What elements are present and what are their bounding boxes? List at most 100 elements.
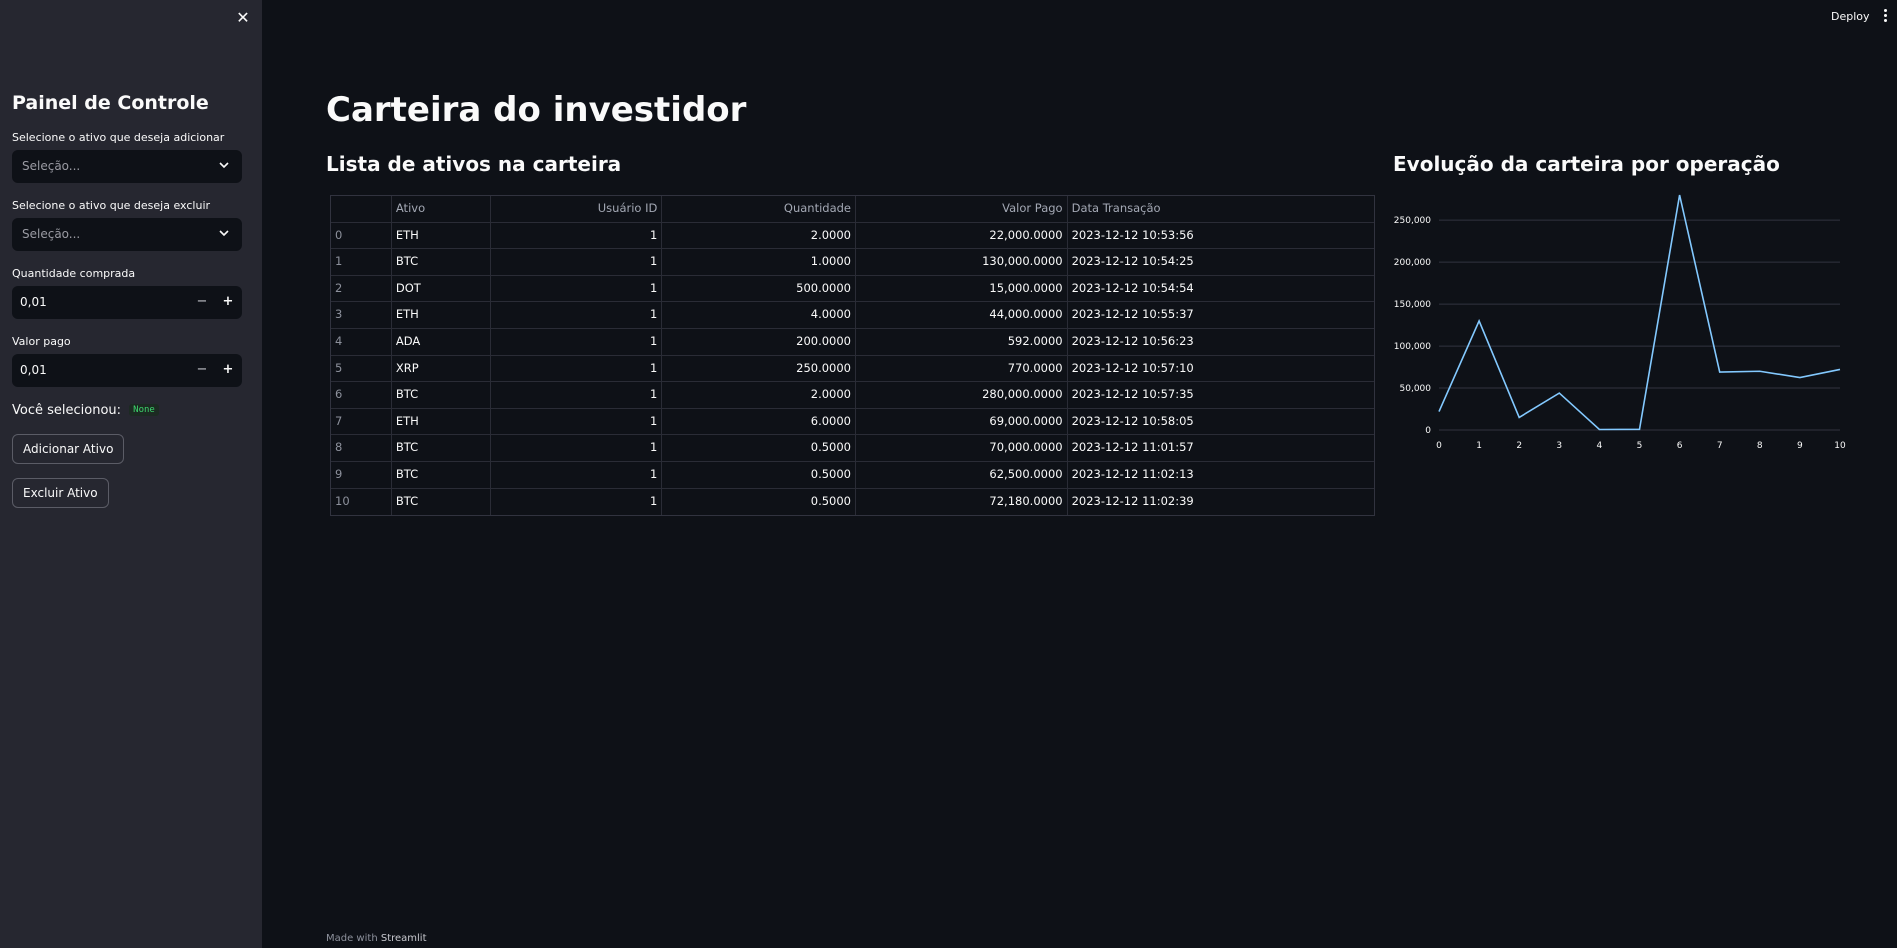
quantity-decrement-button[interactable]: − <box>192 292 212 312</box>
cell-valor-pago[interactable]: 280,000.0000 <box>856 382 1068 408</box>
cell-valor-pago[interactable]: 69,000.0000 <box>856 409 1068 435</box>
cell-usuario-id[interactable]: 1 <box>491 223 663 249</box>
column-header-ativo[interactable]: Ativo <box>392 196 491 222</box>
cell-ativo[interactable]: ETH <box>392 302 491 328</box>
cell-data-transacao[interactable]: 2023-12-12 10:58:05 <box>1068 409 1374 435</box>
cell-data-transacao[interactable]: 2023-12-12 10:55:37 <box>1068 302 1374 328</box>
cell-index[interactable]: 4 <box>331 329 392 355</box>
quantity-stepper[interactable]: 0,01 − + <box>12 286 242 319</box>
cell-ativo[interactable]: BTC <box>392 382 491 408</box>
cell-index[interactable]: 1 <box>331 249 392 275</box>
remove-asset-select[interactable]: Seleção... <box>12 218 242 251</box>
cell-index[interactable]: 9 <box>331 462 392 488</box>
cell-ativo[interactable]: BTC <box>392 489 491 516</box>
cell-usuario-id[interactable]: 1 <box>491 356 663 382</box>
cell-quantidade[interactable]: 2.0000 <box>662 382 856 408</box>
column-header-data-transacao[interactable]: Data Transação <box>1068 196 1374 222</box>
cell-index[interactable]: 7 <box>331 409 392 435</box>
cell-index[interactable]: 8 <box>331 435 392 461</box>
cell-ativo[interactable]: ETH <box>392 409 491 435</box>
deploy-button[interactable]: Deploy <box>1831 10 1870 23</box>
table-row[interactable]: 2DOT1500.000015,000.00002023-12-12 10:54… <box>331 276 1374 303</box>
column-header-quantidade[interactable]: Quantidade <box>662 196 856 222</box>
table-row[interactable]: 5XRP1250.0000770.00002023-12-12 10:57:10 <box>331 356 1374 383</box>
assets-table[interactable]: AtivoUsuário IDQuantidadeValor PagoData … <box>330 195 1375 516</box>
cell-usuario-id[interactable]: 1 <box>491 302 663 328</box>
cell-data-transacao[interactable]: 2023-12-12 10:57:10 <box>1068 356 1374 382</box>
cell-valor-pago[interactable]: 15,000.0000 <box>856 276 1068 302</box>
cell-valor-pago[interactable]: 70,000.0000 <box>856 435 1068 461</box>
cell-data-transacao[interactable]: 2023-12-12 10:54:54 <box>1068 276 1374 302</box>
column-header-index[interactable] <box>331 196 392 222</box>
cell-usuario-id[interactable]: 1 <box>491 249 663 275</box>
table-row[interactable]: 8BTC10.500070,000.00002023-12-12 11:01:5… <box>331 435 1374 462</box>
cell-quantidade[interactable]: 4.0000 <box>662 302 856 328</box>
cell-quantidade[interactable]: 500.0000 <box>662 276 856 302</box>
cell-ativo[interactable]: DOT <box>392 276 491 302</box>
price-stepper[interactable]: 0,01 − + <box>12 354 242 387</box>
cell-usuario-id[interactable]: 1 <box>491 382 663 408</box>
cell-usuario-id[interactable]: 1 <box>491 489 663 516</box>
cell-quantidade[interactable]: 6.0000 <box>662 409 856 435</box>
cell-valor-pago[interactable]: 72,180.0000 <box>856 489 1068 516</box>
cell-index[interactable]: 0 <box>331 223 392 249</box>
quantity-increment-button[interactable]: + <box>218 292 238 312</box>
cell-usuario-id[interactable]: 1 <box>491 276 663 302</box>
table-row[interactable]: 1BTC11.0000130,000.00002023-12-12 10:54:… <box>331 249 1374 276</box>
cell-usuario-id[interactable]: 1 <box>491 462 663 488</box>
close-sidebar-icon[interactable]: ✕ <box>234 9 252 27</box>
table-row[interactable]: 9BTC10.500062,500.00002023-12-12 11:02:1… <box>331 462 1374 489</box>
cell-data-transacao[interactable]: 2023-12-12 10:56:23 <box>1068 329 1374 355</box>
cell-valor-pago[interactable]: 44,000.0000 <box>856 302 1068 328</box>
cell-valor-pago[interactable]: 22,000.0000 <box>856 223 1068 249</box>
table-row[interactable]: 0ETH12.000022,000.00002023-12-12 10:53:5… <box>331 223 1374 250</box>
cell-usuario-id[interactable]: 1 <box>491 409 663 435</box>
cell-valor-pago[interactable]: 130,000.0000 <box>856 249 1068 275</box>
cell-usuario-id[interactable]: 1 <box>491 435 663 461</box>
cell-index[interactable]: 6 <box>331 382 392 408</box>
add-asset-button[interactable]: Adicionar Ativo <box>12 434 124 464</box>
cell-quantidade[interactable]: 200.0000 <box>662 329 856 355</box>
cell-data-transacao[interactable]: 2023-12-12 10:53:56 <box>1068 223 1374 249</box>
cell-data-transacao[interactable]: 2023-12-12 11:02:13 <box>1068 462 1374 488</box>
cell-ativo[interactable]: BTC <box>392 435 491 461</box>
cell-ativo[interactable]: ADA <box>392 329 491 355</box>
table-row[interactable]: 4ADA1200.0000592.00002023-12-12 10:56:23 <box>331 329 1374 356</box>
cell-quantidade[interactable]: 2.0000 <box>662 223 856 249</box>
cell-valor-pago[interactable]: 770.0000 <box>856 356 1068 382</box>
price-input[interactable]: 0,01 <box>20 363 47 377</box>
add-asset-select[interactable]: Seleção... <box>12 150 242 183</box>
cell-ativo[interactable]: ETH <box>392 223 491 249</box>
price-decrement-button[interactable]: − <box>192 360 212 380</box>
cell-quantidade[interactable]: 250.0000 <box>662 356 856 382</box>
streamlit-link[interactable]: Streamlit <box>381 933 427 944</box>
cell-valor-pago[interactable]: 592.0000 <box>856 329 1068 355</box>
cell-ativo[interactable]: BTC <box>392 462 491 488</box>
table-row[interactable]: 6BTC12.0000280,000.00002023-12-12 10:57:… <box>331 382 1374 409</box>
cell-index[interactable]: 3 <box>331 302 392 328</box>
cell-usuario-id[interactable]: 1 <box>491 329 663 355</box>
cell-valor-pago[interactable]: 62,500.0000 <box>856 462 1068 488</box>
cell-index[interactable]: 10 <box>331 489 392 516</box>
remove-asset-button[interactable]: Excluir Ativo <box>12 478 109 508</box>
column-header-usuario-id[interactable]: Usuário ID <box>491 196 663 222</box>
cell-quantidade[interactable]: 0.5000 <box>662 435 856 461</box>
cell-index[interactable]: 5 <box>331 356 392 382</box>
cell-ativo[interactable]: XRP <box>392 356 491 382</box>
cell-ativo[interactable]: BTC <box>392 249 491 275</box>
cell-index[interactable]: 2 <box>331 276 392 302</box>
price-increment-button[interactable]: + <box>218 360 238 380</box>
table-row[interactable]: 10BTC10.500072,180.00002023-12-12 11:02:… <box>331 489 1374 516</box>
table-row[interactable]: 7ETH16.000069,000.00002023-12-12 10:58:0… <box>331 409 1374 436</box>
cell-quantidade[interactable]: 1.0000 <box>662 249 856 275</box>
cell-data-transacao[interactable]: 2023-12-12 10:54:25 <box>1068 249 1374 275</box>
cell-data-transacao[interactable]: 2023-12-12 11:02:39 <box>1068 489 1374 516</box>
quantity-input[interactable]: 0,01 <box>20 295 47 309</box>
cell-quantidade[interactable]: 0.5000 <box>662 462 856 488</box>
portfolio-line-chart[interactable]: 050,000100,000150,000200,000250,00001234… <box>1390 190 1850 465</box>
column-header-valor-pago[interactable]: Valor Pago <box>856 196 1068 222</box>
table-row[interactable]: 3ETH14.000044,000.00002023-12-12 10:55:3… <box>331 302 1374 329</box>
main-menu-icon[interactable] <box>1880 9 1890 25</box>
cell-data-transacao[interactable]: 2023-12-12 10:57:35 <box>1068 382 1374 408</box>
cell-data-transacao[interactable]: 2023-12-12 11:01:57 <box>1068 435 1374 461</box>
